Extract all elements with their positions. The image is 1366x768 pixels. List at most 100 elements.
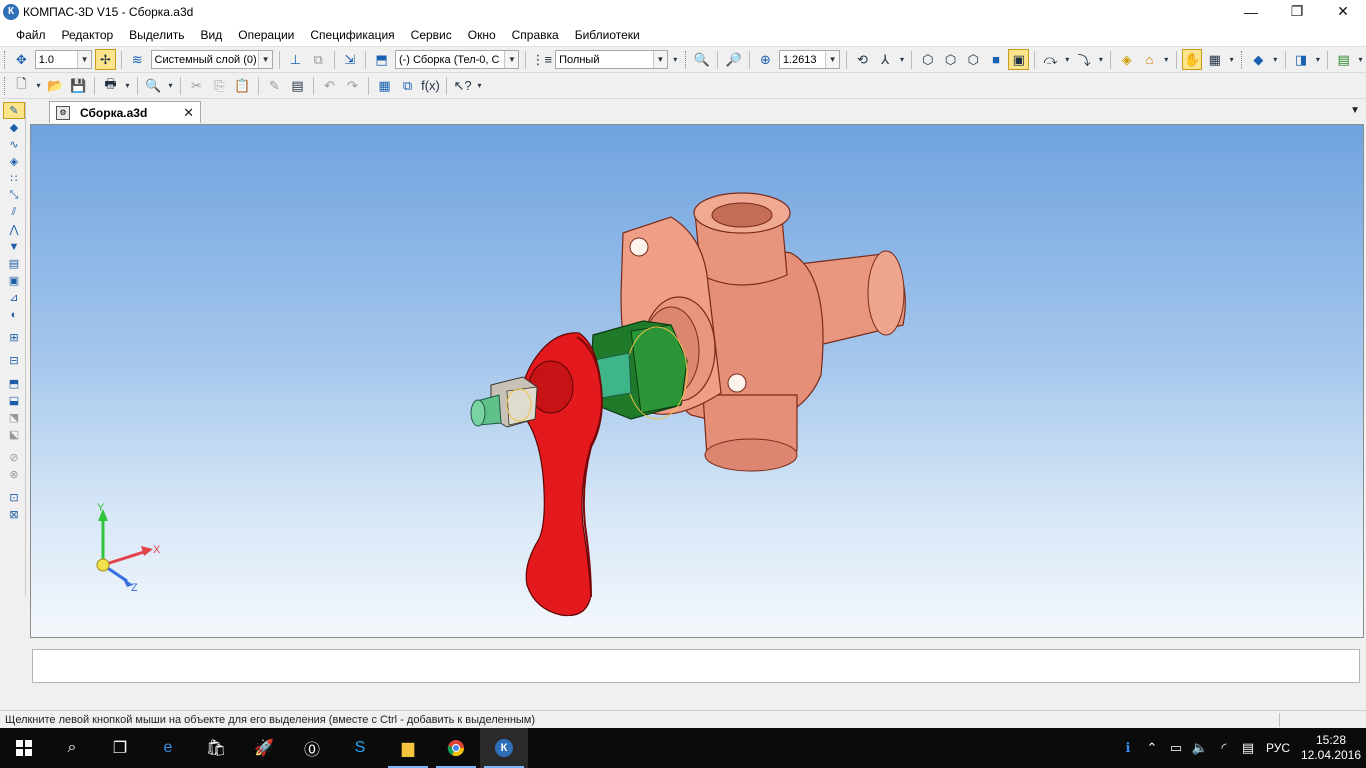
tab-assembly[interactable]: ⚙ Сборка.a3d ✕	[49, 101, 201, 123]
chrome-icon[interactable]	[432, 728, 480, 768]
orientation-icon[interactable]: ⧉	[308, 49, 329, 70]
zoom-window-icon[interactable]: 🔍	[692, 49, 713, 70]
file-explorer-icon[interactable]: ▆	[384, 728, 432, 768]
app-rocket-icon[interactable]: 🚀	[240, 728, 288, 768]
elements-icon[interactable]: ⊿	[3, 289, 25, 306]
hidden-lines-icon[interactable]: ⬡	[940, 49, 961, 70]
chevron-down-icon[interactable]: ▼	[258, 51, 273, 68]
search-icon[interactable]: ⌕	[48, 728, 96, 768]
current-body-icon[interactable]: ⬒	[371, 49, 392, 70]
chevron-down-icon[interactable]: ▾	[166, 75, 175, 96]
open-folder-icon[interactable]: 📂	[45, 75, 66, 96]
sheet-metal-icon[interactable]: ◐	[3, 306, 25, 323]
function-icon[interactable]: f(x)	[420, 75, 441, 96]
save-icon[interactable]: 💾	[68, 75, 89, 96]
orient-axes-icon[interactable]: ⅄	[875, 49, 896, 70]
filter-objects-icon[interactable]: ▼	[3, 238, 25, 255]
section-icon[interactable]: ⤵	[1074, 49, 1095, 70]
tab-list-dropdown-icon[interactable]: ▼	[1350, 105, 1360, 116]
library-icon[interactable]: ▤	[1333, 49, 1354, 70]
materials-icon[interactable]: ◆	[1248, 49, 1269, 70]
highlight-icon[interactable]: ✋	[1181, 49, 1203, 70]
menu-editor[interactable]: Редактор	[54, 28, 122, 42]
specification-icon[interactable]: ▤	[3, 255, 25, 272]
menu-service[interactable]: Сервис	[403, 28, 460, 42]
mate-disabled-icon[interactable]: ⬔	[3, 409, 25, 426]
local-cs-icon[interactable]: ⊥	[285, 49, 306, 70]
zoom-combo[interactable]: 1.2613 ▼	[778, 50, 841, 69]
chevron-down-icon[interactable]: ▼	[825, 51, 840, 68]
undo-icon[interactable]: ↶	[319, 75, 340, 96]
edge-browser-icon[interactable]: e	[144, 728, 192, 768]
chevron-down-icon[interactable]: ▾	[1271, 49, 1280, 70]
format-brush-icon[interactable]: ✎	[264, 75, 285, 96]
menu-specification[interactable]: Спецификация	[302, 28, 402, 42]
chevron-down-icon[interactable]: ▼	[504, 51, 519, 68]
menu-select[interactable]: Выделить	[121, 28, 192, 42]
insert-component-icon[interactable]: ⊞	[3, 329, 25, 346]
chevron-down-icon[interactable]: ▼	[652, 51, 667, 68]
section-view-icon[interactable]: ⊘	[3, 449, 25, 466]
store-icon[interactable]: 🛍	[192, 728, 240, 768]
chevron-down-icon[interactable]: ▾	[123, 75, 132, 96]
toolbar-grip[interactable]	[4, 50, 7, 69]
surface-icon[interactable]: ◈	[3, 153, 25, 170]
hp-icon[interactable]: ⓪	[288, 728, 336, 768]
menu-window[interactable]: Окно	[460, 28, 504, 42]
menu-libraries[interactable]: Библиотеки	[567, 28, 648, 42]
clock[interactable]: 15:28 12.04.2016	[1296, 733, 1366, 763]
print-icon[interactable]: 🖶	[100, 75, 121, 96]
aux-geometry-icon[interactable]: ⤡	[3, 187, 25, 204]
cursor-step-icon[interactable]: ✥	[11, 49, 32, 70]
part-icon[interactable]: ◈	[1116, 49, 1137, 70]
menu-help[interactable]: Справка	[504, 28, 567, 42]
explode-icon[interactable]: ⊗	[3, 466, 25, 483]
menu-operations[interactable]: Операции	[230, 28, 302, 42]
bom-icon[interactable]: ⊠	[3, 506, 25, 523]
menu-view[interactable]: Вид	[193, 28, 231, 42]
variables-icon[interactable]: ⧉	[397, 75, 418, 96]
handle-lever[interactable]	[519, 332, 603, 617]
task-view-icon[interactable]: ❐	[96, 728, 144, 768]
close-button[interactable]: ✕	[1320, 0, 1366, 23]
layer-combo[interactable]: Системный слой (0) ▼	[150, 50, 274, 69]
house-icon[interactable]: ⌂	[1139, 49, 1160, 70]
properties-icon[interactable]: ▤	[287, 75, 308, 96]
chevron-down-icon[interactable]: ▾	[1313, 49, 1322, 70]
info-icon[interactable]: ℹ	[1116, 740, 1140, 756]
wifi-icon[interactable]: ◜	[1212, 740, 1236, 756]
zoom-dynamic-icon[interactable]: 🔎	[723, 49, 744, 70]
shaded-edges-icon[interactable]: ▣	[1008, 49, 1030, 70]
solid-body-icon[interactable]: ◆	[3, 119, 25, 136]
spec-icon[interactable]: ▦	[1204, 49, 1225, 70]
rotate-icon[interactable]: ⟲	[852, 49, 873, 70]
toolbar-overflow-icon[interactable]: ▾	[1227, 49, 1236, 70]
chevron-down-icon[interactable]: ▼	[77, 51, 92, 68]
display-mode-icon[interactable]: ⋮≡	[531, 49, 552, 70]
input-language[interactable]: РУС	[1266, 741, 1290, 755]
shaded-icon[interactable]: ■	[986, 49, 1007, 70]
collision-icon[interactable]: ⬕	[3, 426, 25, 443]
assembly-combo[interactable]: (-) Сборка (Тел-0, С ▼	[394, 50, 520, 69]
rotate-component-icon[interactable]: ⬓	[3, 392, 25, 409]
filter-icon[interactable]: ⤼	[1040, 49, 1061, 70]
new-file-icon[interactable]: 🗋	[11, 75, 32, 96]
chevron-down-icon[interactable]: ▾	[898, 49, 907, 70]
skype-icon[interactable]: S	[336, 728, 384, 768]
chevron-down-icon[interactable]: ▾	[34, 75, 43, 96]
help-pointer-icon[interactable]: ↖?	[452, 75, 473, 96]
layers-icon[interactable]: ≋	[127, 49, 148, 70]
close-tab-icon[interactable]: ✕	[183, 105, 194, 121]
display-mode-combo[interactable]: Полный ▼	[555, 50, 668, 69]
edit-assembly-icon[interactable]: ✎	[3, 102, 25, 119]
start-button[interactable]	[0, 728, 48, 768]
move-component-icon[interactable]: ⬒	[3, 375, 25, 392]
command-panel[interactable]	[32, 649, 1360, 683]
cube-icon[interactable]: ◨	[1291, 49, 1312, 70]
manager-icon[interactable]: ▦	[374, 75, 395, 96]
curve-icon[interactable]: ∿	[3, 136, 25, 153]
preview-icon[interactable]: 🔍	[143, 75, 164, 96]
redo-icon[interactable]: ↷	[342, 75, 363, 96]
stem-tip[interactable]	[470, 394, 502, 427]
notifications-icon[interactable]: ▤	[1236, 740, 1260, 756]
